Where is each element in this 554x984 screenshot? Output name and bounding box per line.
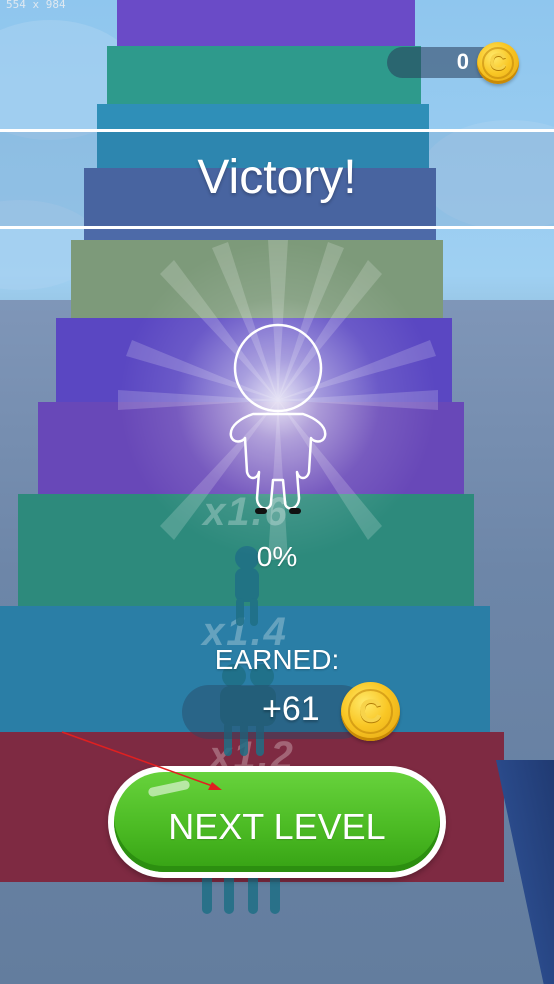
next-level-button[interactable]: NEXT LEVEL (108, 766, 446, 878)
character-silhouette-icon (229, 323, 327, 514)
status-bar-dimensions: 554 x 984 (6, 0, 66, 11)
stair-step (107, 46, 421, 104)
button-shine (147, 779, 191, 798)
coin-count: 0 (456, 49, 469, 74)
coin-icon: C (477, 42, 519, 84)
coin-icon: C (341, 682, 400, 741)
victory-title: Victory! (197, 151, 357, 204)
victory-banner: Victory! (0, 129, 554, 229)
stair-step (117, 0, 415, 46)
earned-value: +61 (262, 690, 320, 728)
next-level-label: NEXT LEVEL (168, 806, 386, 847)
unlock-progress: 0% (256, 541, 298, 572)
earned-label: EARNED: (214, 644, 340, 675)
